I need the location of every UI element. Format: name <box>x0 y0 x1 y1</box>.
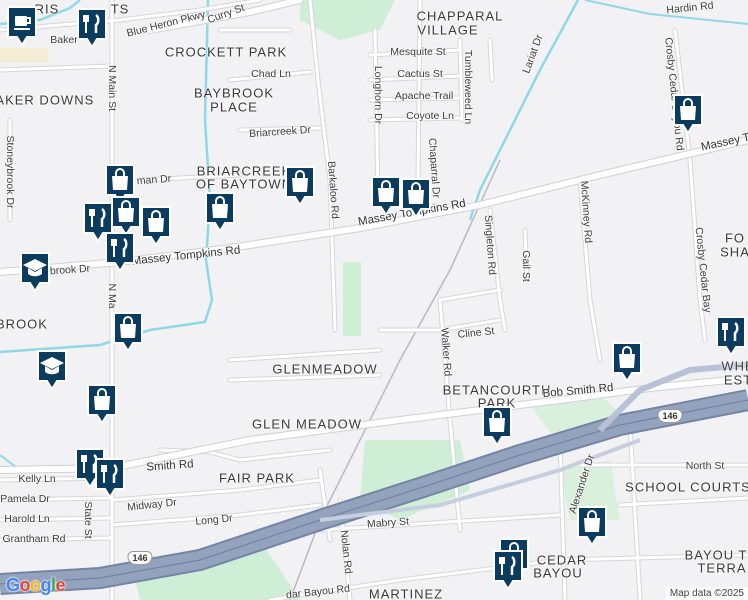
street-label-chad-ln: Chad Ln <box>251 68 291 80</box>
area-label-chapparal-village-2: VILLAGE <box>417 22 479 38</box>
google-logo-letter: g <box>40 575 52 595</box>
street-label-state-st: State St <box>82 501 94 539</box>
shopping-bag-icon <box>87 384 117 425</box>
street-label-grantham-rd: Grantham Rd <box>2 533 66 545</box>
street-label-apache-trail: Apache Trail <box>394 90 454 102</box>
area-label-baybrook-place-2: PLACE <box>210 99 258 115</box>
shopping-bag-icon <box>371 176 401 217</box>
shopping-marker[interactable] <box>111 310 145 354</box>
street-label-harold-ln: Harold Ln <box>4 513 50 525</box>
shopping-bag-icon <box>141 206 171 247</box>
shopping-bag-icon <box>612 342 642 383</box>
fork-knife-icon <box>493 550 523 591</box>
restaurant-marker[interactable] <box>103 230 137 274</box>
area-label-whe-est-1: WHE <box>721 358 748 374</box>
area-label-baker-downs: BAKER DOWNS <box>0 92 95 108</box>
street-label-tumbleweed-ln: Tumbleweed Ln <box>462 49 474 125</box>
shopping-marker[interactable] <box>480 404 514 448</box>
shopping-area-topleft <box>0 48 48 62</box>
area-label-brook: BROOK <box>0 316 48 332</box>
park-strip <box>343 262 361 336</box>
restaurant-marker[interactable] <box>75 6 109 50</box>
fork-knife-icon <box>95 458 125 499</box>
shopping-bag-icon <box>577 506 607 547</box>
cafe-marker[interactable] <box>5 4 39 48</box>
area-label-fair-park: FAIR PARK <box>219 470 295 486</box>
street-label-mesquite-st: Mesquite St <box>390 46 446 58</box>
area-label-glen-meadow: GLEN MEADOW <box>252 416 362 432</box>
restaurant-marker[interactable] <box>93 456 127 500</box>
shopping-bag-icon <box>205 192 235 233</box>
shopping-bag-icon <box>285 166 315 207</box>
shopping-marker[interactable] <box>610 340 644 384</box>
area-label-fo-sha-2: SHA <box>720 244 748 260</box>
area-label-cedar-bayou-2: BAYOU <box>533 565 583 581</box>
street-label-baker: Baker <box>50 34 78 46</box>
shopping-bag-icon <box>401 178 431 219</box>
graduation-cap-icon <box>37 350 67 391</box>
area-label-whe-est-2: EST <box>723 372 748 388</box>
area-label-chapparal-village-1: CHAPPARAL <box>416 8 504 24</box>
street-label-n-main-st-2: N Ma <box>106 283 118 309</box>
area-label-glenmeadow: GLENMEADOW <box>272 361 378 377</box>
map-attribution[interactable]: Map data ©2025 <box>665 587 748 600</box>
google-logo: Google <box>6 575 66 596</box>
street-label-coyote-ln: Coyote Ln <box>406 110 454 122</box>
street-label-north-st: North St <box>685 460 725 472</box>
area-label-crockett-park: CROCKETT PARK <box>164 44 288 60</box>
restaurant-marker[interactable] <box>714 314 748 358</box>
highway-shield-146-left: 146 <box>127 551 153 565</box>
shopping-marker[interactable] <box>85 382 119 426</box>
shopping-marker[interactable] <box>369 174 403 218</box>
area-label-baybrook-place-1: BAYBROOK <box>193 85 275 101</box>
school-marker[interactable] <box>35 348 69 392</box>
coffee-cup-icon <box>7 6 37 47</box>
shopping-marker[interactable] <box>399 176 433 220</box>
fork-knife-icon <box>105 232 135 273</box>
google-logo-letter: o <box>19 575 31 595</box>
graduation-cap-icon <box>20 252 50 293</box>
street-label-gail-st: Gail St <box>520 250 532 282</box>
shopping-bag-icon <box>673 94 703 135</box>
shopping-bag-icon <box>482 406 512 447</box>
street-label-n-main-st: N Main St <box>106 64 118 112</box>
railroad <box>289 159 501 600</box>
street-label-cactus-st: Cactus St <box>397 68 443 80</box>
area-label-ts: TS <box>110 1 130 17</box>
shopping-marker[interactable] <box>139 204 173 248</box>
street-label-longhorn-dr: Longhorn Dr <box>372 65 384 125</box>
google-logo-letter: o <box>30 575 41 595</box>
shopping-marker[interactable] <box>203 190 237 234</box>
shopping-bag-icon <box>113 312 143 353</box>
school-marker[interactable] <box>18 250 52 294</box>
area-label-fo-sha-1: FO <box>724 230 746 246</box>
google-logo-letter: e <box>55 575 66 595</box>
street-label-kelly-ln: Kelly Ln <box>18 473 56 485</box>
area-label-martinez: MARTINEZ <box>368 586 444 600</box>
shopping-marker[interactable] <box>283 164 317 208</box>
highway-shield-146-right: 146 <box>657 409 683 423</box>
fork-knife-icon <box>716 316 746 357</box>
street-label-pamela-dr: Pamela Dr <box>0 493 50 505</box>
shopping-marker[interactable] <box>671 92 705 136</box>
area-label-bayou-terrace-2: TERRA <box>697 560 747 576</box>
fork-knife-icon <box>77 8 107 49</box>
restaurant-marker[interactable] <box>491 548 525 592</box>
shopping-marker[interactable] <box>575 504 609 548</box>
google-logo-letter: G <box>6 575 20 595</box>
street-label-stoneybrook-dr: Stoneybrook Dr <box>4 135 16 209</box>
area-label-school-courts: SCHOOL COURTS <box>625 479 748 495</box>
street-label-man-dr: man Dr <box>136 172 172 188</box>
map-canvas[interactable]: CHAPPARAL VILLAGE CROCKETT PARK BAKER DO… <box>0 0 748 600</box>
